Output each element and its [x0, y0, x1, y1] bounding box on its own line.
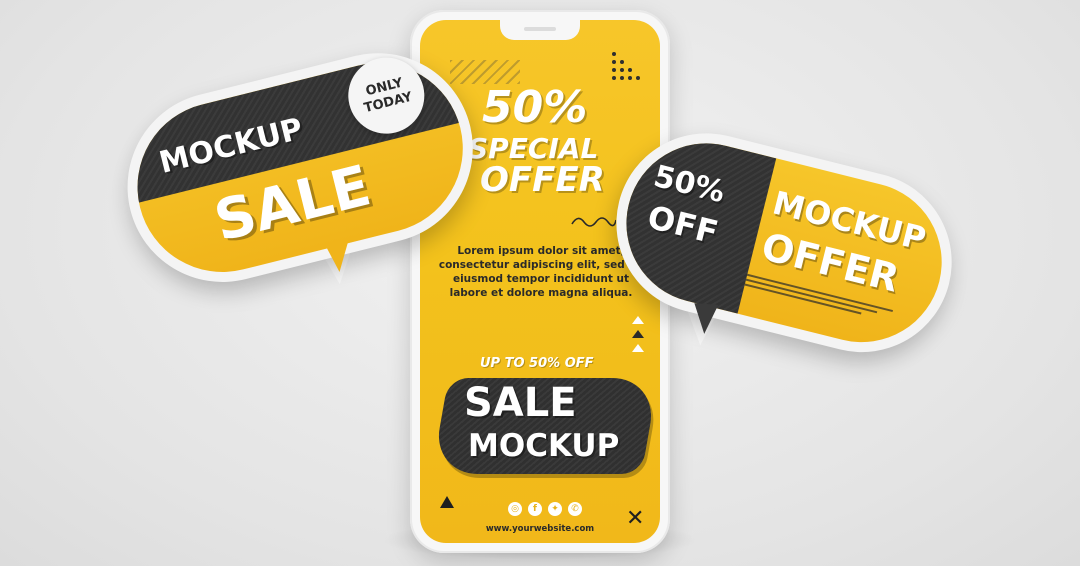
mockup-title: MOCKUP [468, 428, 620, 464]
dots-decoration [612, 52, 642, 82]
whatsapp-icon[interactable]: ✆ [568, 502, 582, 516]
triangle-icon [440, 496, 454, 508]
squiggle-decoration [571, 217, 616, 227]
phone-notch [500, 20, 580, 40]
social-links: ◎ f ✦ ✆ [508, 502, 582, 516]
headline-percent: 50% [482, 82, 588, 133]
sale-title: SALE [464, 380, 577, 426]
instagram-icon[interactable]: ◎ [508, 502, 522, 516]
speaker-grille [524, 27, 556, 31]
website-url[interactable]: www.yourwebsite.com [420, 524, 660, 534]
facebook-icon[interactable]: f [528, 502, 542, 516]
up-to-label: UP TO 50% OFF [480, 356, 594, 371]
decorative-stripes [450, 60, 520, 84]
twitter-icon[interactable]: ✦ [548, 502, 562, 516]
bubble-tail-inner [692, 303, 719, 335]
bubble-tail-inner [324, 240, 352, 274]
